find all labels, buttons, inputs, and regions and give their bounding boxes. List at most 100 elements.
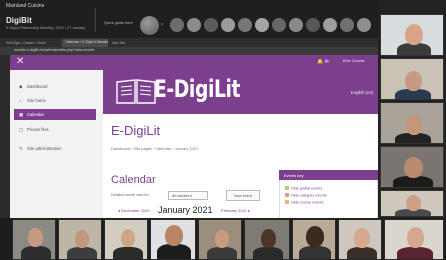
- participant-avatar[interactable]: [272, 18, 286, 32]
- home-icon: ⌂: [19, 98, 22, 103]
- current-month-label: January 2021: [158, 205, 213, 215]
- events-key-category[interactable]: Hide category events: [285, 193, 327, 198]
- participant-avatar[interactable]: [187, 18, 201, 32]
- person-body: [67, 247, 97, 259]
- person-head: [405, 71, 422, 91]
- participant-avatar[interactable]: [289, 18, 303, 32]
- person-body: [113, 247, 143, 259]
- person-head: [404, 157, 423, 178]
- presenter-avatar[interactable]: [140, 16, 159, 35]
- participant-video[interactable]: [150, 219, 196, 260]
- browser-tab[interactable]: New Tab: [112, 41, 125, 45]
- chevron-right-icon[interactable]: ›: [161, 22, 163, 28]
- person-head: [354, 228, 370, 248]
- detail-view-label: Detailed month view for:: [111, 193, 150, 197]
- participant-avatar[interactable]: [255, 18, 269, 32]
- events-key-label: Hide category events: [291, 193, 327, 198]
- person-body: [397, 247, 433, 259]
- quick-guide-button[interactable]: Quick guide here: [104, 21, 133, 25]
- participant-avatar[interactable]: [170, 18, 184, 32]
- participant-video[interactable]: [380, 190, 444, 217]
- sidebar-item-label: Calendar: [27, 112, 44, 117]
- participant-video[interactable]: [58, 219, 102, 260]
- browser-active-tab[interactable]: Calendar • E-DigiLit Moodle: [62, 39, 108, 47]
- page-title: E-DigiLit: [111, 123, 161, 138]
- breadcrumb[interactable]: Dashboard › Site pages › Calendar › Janu…: [111, 146, 198, 151]
- participant-video[interactable]: [380, 58, 444, 100]
- participant-avatar[interactable]: [323, 18, 337, 32]
- events-key-global[interactable]: Hide global events: [285, 186, 322, 191]
- wrench-icon: ✎: [19, 146, 23, 151]
- person-head: [406, 195, 421, 211]
- meeting-logo: DigiBit: [6, 16, 32, 25]
- person-head: [215, 230, 229, 248]
- sidebar-item-site-home[interactable]: ⌂ Site home: [14, 95, 96, 106]
- person-head: [75, 230, 89, 248]
- participant-avatar[interactable]: [306, 18, 320, 32]
- person-head: [407, 227, 424, 248]
- calendar-heading: Calendar: [111, 174, 156, 186]
- sidebar-item-label: Dashboard: [27, 84, 48, 89]
- brand-logo-text: E-DigiLit: [154, 75, 241, 103]
- previous-month-link[interactable]: ◂ December 2020: [118, 208, 150, 213]
- participant-video[interactable]: [12, 219, 56, 260]
- divider: [95, 8, 96, 32]
- participant-avatar[interactable]: [204, 18, 218, 32]
- person-head: [306, 226, 324, 247]
- sidebar-item-site-administration[interactable]: ✎ Site administration: [14, 143, 96, 154]
- participant-video[interactable]: [380, 14, 444, 56]
- person-head: [406, 115, 422, 135]
- person-head: [261, 229, 276, 248]
- participant-video[interactable]: [292, 219, 336, 260]
- course-event-swatch-icon: [285, 200, 289, 204]
- participant-video[interactable]: [104, 219, 148, 260]
- user-menu[interactable]: Elnir Cuevas: [343, 59, 365, 63]
- participant-video[interactable]: [380, 146, 444, 188]
- notification-icon[interactable]: 🔔 ✉: [317, 59, 329, 65]
- global-event-swatch-icon: [285, 186, 289, 190]
- dashboard-icon: ◆: [19, 84, 23, 89]
- participant-avatar[interactable]: [238, 18, 252, 32]
- browser-tab[interactable]: Self-Sign • ClassIn • Zoom: [6, 41, 46, 45]
- participant-avatar[interactable]: [340, 18, 354, 32]
- events-key-label: Hide course events: [291, 200, 324, 205]
- meeting-title: Mainland Cuisine: [6, 3, 45, 9]
- participant-video[interactable]: [338, 219, 382, 260]
- person-head: [165, 225, 183, 246]
- participant-video[interactable]: [198, 219, 242, 260]
- meeting-subtitle: E-DigiLit Partnership Meeting • 2021 • 2…: [6, 26, 86, 30]
- events-key-course[interactable]: Hide course events: [285, 200, 324, 205]
- category-event-swatch-icon: [285, 193, 289, 197]
- person-head: [28, 228, 43, 247]
- person-body: [299, 246, 331, 259]
- sidebar-item-label: Site administration: [27, 146, 62, 151]
- book-logo-icon: [116, 79, 156, 104]
- calendar-icon: ▦: [19, 112, 24, 117]
- address-text[interactable]: moodle.e-digilit.eu/calendar/view.php?vi…: [14, 48, 94, 52]
- course-select[interactable]: All courses ▾: [168, 191, 208, 200]
- person-body: [253, 247, 283, 259]
- participant-avatar[interactable]: [357, 18, 371, 32]
- new-event-button[interactable]: New event: [226, 190, 260, 201]
- language-menu[interactable]: English (en): [351, 90, 373, 95]
- participant-video[interactable]: [244, 219, 290, 260]
- next-month-link[interactable]: February 2021 ▸: [221, 208, 250, 213]
- events-key-title: Events key: [279, 170, 378, 180]
- person-body: [347, 247, 377, 259]
- sidebar-item-private-files[interactable]: ▢ Private files: [14, 124, 96, 135]
- sidebar-item-label: Private files: [27, 127, 49, 132]
- sidebar-item-dashboard[interactable]: ◆ Dashboard: [14, 81, 96, 92]
- sidebar-item-calendar[interactable]: ▦ Calendar: [14, 109, 96, 120]
- participant-avatar[interactable]: [221, 18, 235, 32]
- sidebar-item-label: Site home: [27, 98, 46, 103]
- participant-video[interactable]: [384, 219, 444, 260]
- browser-tab-strip: [0, 38, 378, 47]
- close-drawer-icon[interactable]: ✕: [16, 56, 24, 68]
- file-icon: ▢: [19, 127, 24, 132]
- person-head: [121, 229, 135, 247]
- participant-video[interactable]: [380, 102, 444, 144]
- screen: Mainland Cuisine DigiBit E-DigiLit Partn…: [0, 0, 446, 260]
- events-key-label: Hide global events: [291, 186, 323, 191]
- person-head: [405, 24, 423, 45]
- person-body: [207, 247, 237, 259]
